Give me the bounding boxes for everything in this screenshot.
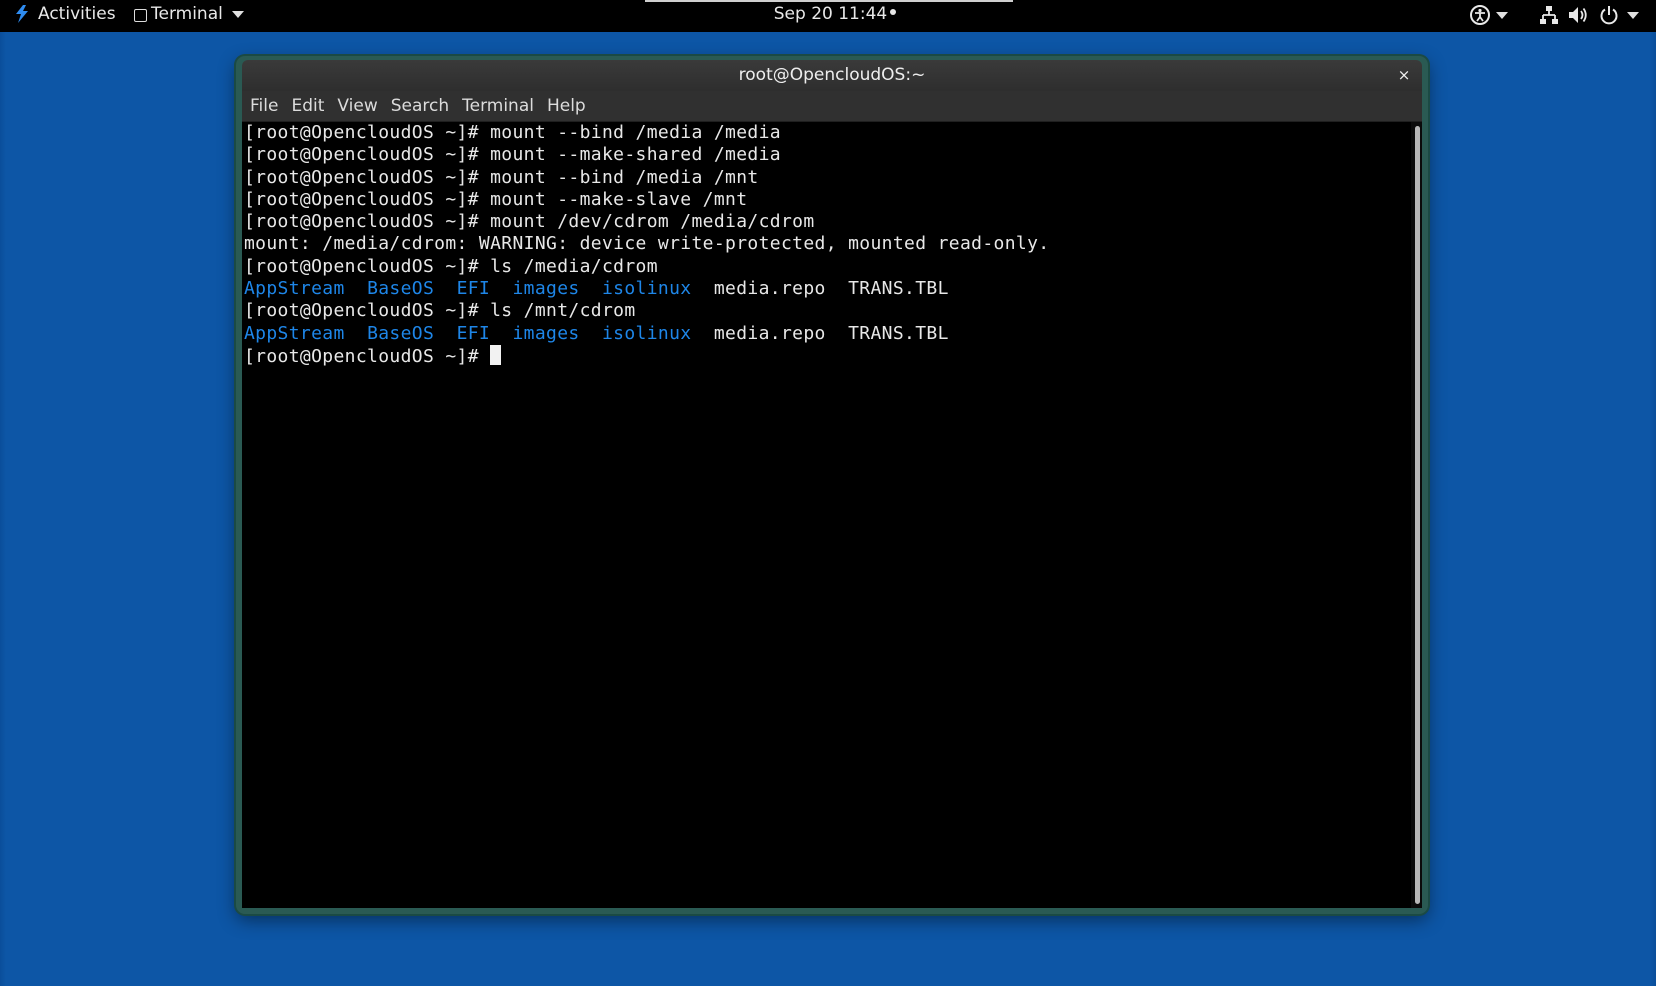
volume-icon[interactable] [1567, 4, 1589, 26]
menu-search[interactable]: Search [385, 91, 455, 121]
shell-prompt: [root@OpencloudOS ~]# [244, 166, 491, 188]
ls-directory-entry: BaseOS [367, 322, 435, 344]
scrollbar-thumb[interactable] [1415, 126, 1420, 904]
scrollbar-track[interactable] [1411, 122, 1422, 908]
terminal-line: AppStream BaseOS EFI images isolinux med… [244, 278, 1404, 300]
notification-dot-icon [890, 9, 897, 15]
ls-directory-entry: images [512, 322, 580, 344]
command-text: ls /mnt/cdrom [490, 300, 636, 322]
terminal-line: [root@OpencloudOS ~]# mount --make-slave… [244, 189, 1404, 211]
clock-button[interactable]: Sep 20 11:44 [0, 0, 1656, 28]
terminal-line: [root@OpencloudOS ~]# ls /mnt/cdrom [244, 300, 1404, 322]
menu-edit[interactable]: Edit [285, 91, 330, 121]
terminal-line: [root@OpencloudOS ~]# mount /dev/cdrom /… [244, 211, 1404, 233]
terminal-line: [root@OpencloudOS ~]# mount --make-share… [244, 144, 1404, 166]
command-output: mount: /media/cdrom: WARNING: device wri… [244, 233, 1050, 255]
menu-file[interactable]: File [244, 91, 284, 121]
command-text: mount --make-slave /mnt [490, 188, 748, 210]
terminal-line: [root@OpencloudOS ~]# mount --bind /medi… [244, 122, 1404, 144]
chevron-down-icon[interactable] [1627, 12, 1639, 19]
menu-view[interactable]: View [331, 91, 383, 121]
terminal-text: [root@OpencloudOS ~]# mount --bind /medi… [244, 122, 1404, 367]
command-text: mount --bind /media /mnt [490, 166, 759, 188]
menu-help[interactable]: Help [541, 91, 592, 121]
power-icon[interactable] [1598, 4, 1620, 26]
close-icon: × [1397, 66, 1411, 84]
ls-directory-entry: images [512, 278, 580, 300]
shell-prompt: [root@OpencloudOS ~]# [244, 144, 491, 166]
window-titlebar[interactable]: root@OpencloudOS:~ × [242, 60, 1422, 91]
terminal-line: AppStream BaseOS EFI images isolinux med… [244, 323, 1404, 345]
command-text: mount --make-shared /media [490, 144, 781, 166]
ls-file-entry: TRANS.TBL [848, 322, 949, 344]
menu-bar: File Edit View Search Terminal Help [242, 91, 1422, 122]
shell-prompt: [root@OpencloudOS ~]# [244, 300, 491, 322]
text-cursor [490, 344, 502, 365]
command-text: ls /media/cdrom [490, 255, 658, 277]
ls-directory-entry: isolinux [602, 278, 692, 300]
close-button[interactable]: × [1392, 60, 1416, 91]
command-text: mount /dev/cdrom /media/cdrom [490, 211, 815, 233]
command-text: mount --bind /media /media [490, 122, 781, 143]
ls-file-entry: media.repo [713, 322, 826, 344]
shell-prompt: [root@OpencloudOS ~]# [244, 188, 491, 210]
shell-prompt: [root@OpencloudOS ~]# [244, 211, 491, 233]
ls-directory-entry: AppStream [244, 278, 345, 300]
window-title: root@OpencloudOS:~ [738, 65, 926, 85]
shell-prompt: [root@OpencloudOS ~]# [244, 345, 491, 367]
clock-label: Sep 20 11:44 [773, 4, 888, 24]
terminal-window: root@OpencloudOS:~ × File Edit View Sear… [236, 56, 1428, 914]
network-wired-icon[interactable] [1538, 4, 1560, 26]
ls-directory-entry: EFI [456, 278, 491, 300]
ls-file-entry: TRANS.TBL [848, 278, 949, 300]
top-bar: Activities Terminal Sep 20 11:44 [0, 0, 1656, 32]
ls-directory-entry: BaseOS [367, 278, 435, 300]
menu-terminal[interactable]: Terminal [456, 91, 540, 121]
chevron-down-icon[interactable] [1496, 12, 1508, 19]
terminal-line: [root@OpencloudOS ~]# ls /media/cdrom [244, 256, 1404, 278]
ls-directory-entry: AppStream [244, 322, 345, 344]
terminal-line: [root@OpencloudOS ~]# mount --bind /medi… [244, 167, 1404, 189]
accessibility-icon[interactable] [1469, 4, 1491, 26]
terminal-output-area[interactable]: [root@OpencloudOS ~]# mount --bind /medi… [242, 122, 1422, 908]
shell-prompt: [root@OpencloudOS ~]# [244, 122, 491, 143]
ls-directory-entry: EFI [456, 322, 491, 344]
terminal-line: mount: /media/cdrom: WARNING: device wri… [244, 233, 1404, 255]
shell-prompt: [root@OpencloudOS ~]# [244, 255, 491, 277]
ls-file-entry: media.repo [713, 278, 826, 300]
ls-directory-entry: isolinux [602, 322, 692, 344]
terminal-line: [root@OpencloudOS ~]# [244, 344, 1404, 367]
